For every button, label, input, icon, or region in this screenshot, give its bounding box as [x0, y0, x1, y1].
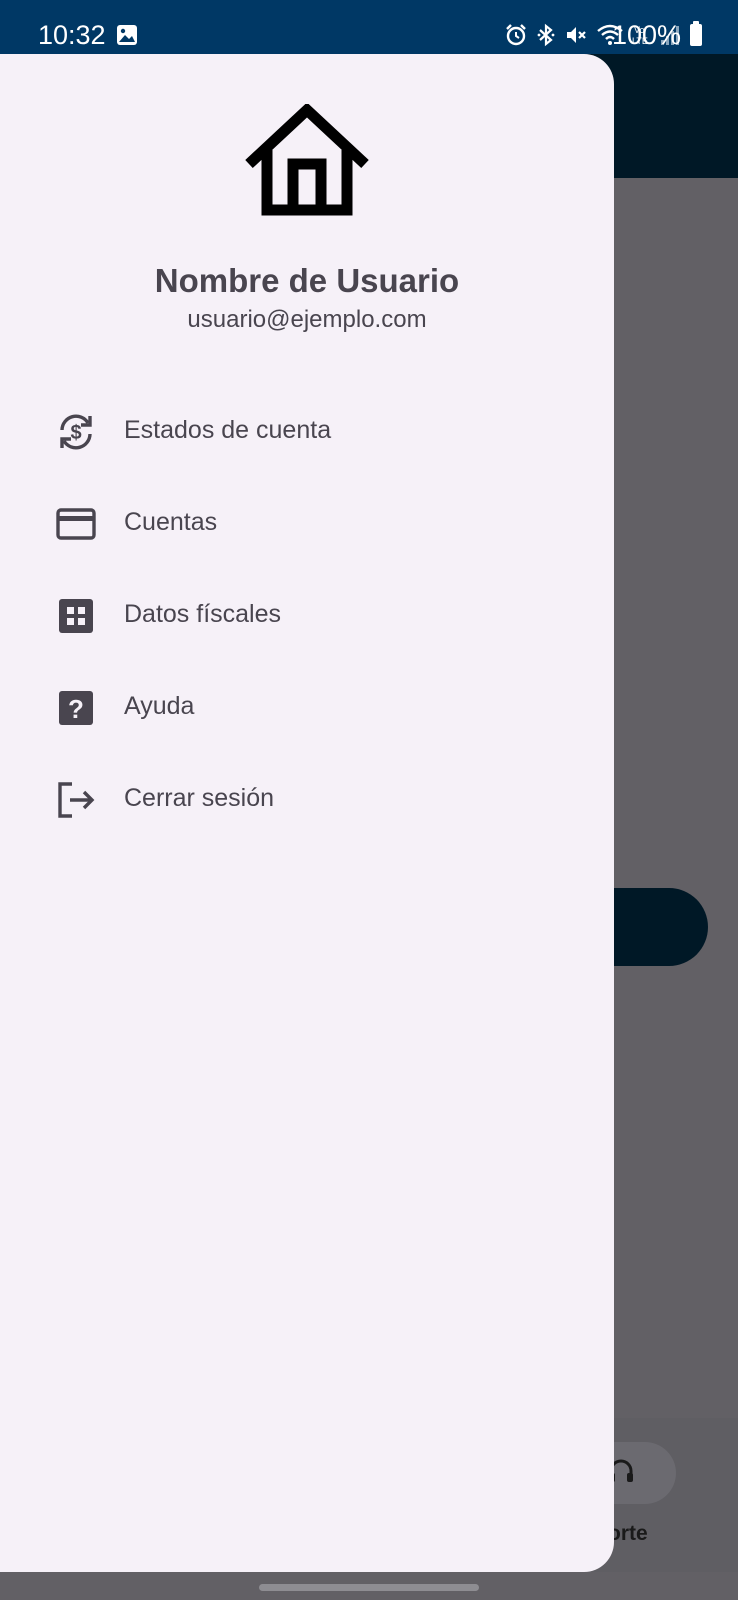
grid-icon	[54, 594, 98, 638]
status-bar: 10:32 Vo LTE 100%	[0, 0, 738, 54]
menu-item-cuentas[interactable]: Cuentas	[0, 478, 614, 570]
menu-item-label: Cuentas	[124, 508, 218, 536]
menu-item-estados-de-cuenta[interactable]: $ Estados de cuenta	[0, 386, 614, 478]
menu-item-datos-fiscales[interactable]: Datos físcales	[0, 570, 614, 662]
menu-item-label: Estados de cuenta	[124, 416, 332, 444]
navigation-drawer: Nombre de Usuario usuario@ejemplo.com $ …	[0, 54, 614, 1572]
menu-item-label: Cerrar sesión	[124, 784, 275, 812]
help-icon: ?	[54, 686, 98, 730]
menu-item-label: Ayuda	[124, 692, 195, 720]
user-name: Nombre de Usuario	[154, 262, 460, 299]
mute-icon	[567, 27, 586, 43]
home-icon	[245, 104, 369, 216]
credit-card-icon	[54, 502, 98, 546]
logout-icon	[54, 778, 98, 822]
status-time: 10:32	[38, 20, 106, 50]
svg-text:$: $	[70, 422, 81, 444]
alarm-icon	[506, 24, 526, 46]
menu-item-ayuda[interactable]: ? Ayuda	[0, 662, 614, 754]
svg-text:?: ?	[68, 694, 84, 724]
gallery-icon	[117, 25, 137, 45]
menu-item-cerrar-sesion[interactable]: Cerrar sesión	[0, 754, 614, 846]
drawer-menu: $ Estados de cuenta Cuentas Datos físcal…	[0, 386, 614, 846]
bluetooth-icon	[537, 23, 555, 47]
menu-item-label: Datos físcales	[124, 600, 282, 628]
battery-percent: 100%	[612, 20, 682, 50]
currency-exchange-icon: $	[54, 410, 98, 454]
gesture-handle[interactable]	[259, 1584, 479, 1591]
battery-icon	[690, 21, 702, 46]
user-email: usuario@ejemplo.com	[187, 306, 427, 333]
